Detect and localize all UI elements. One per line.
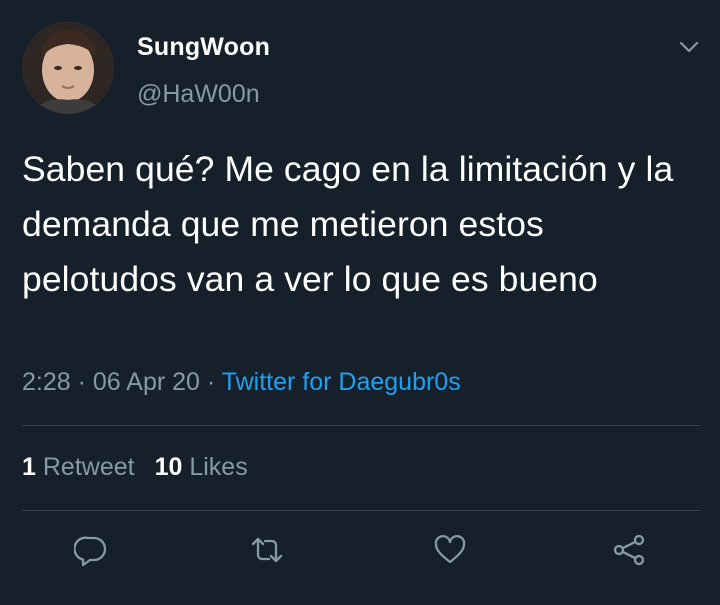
chevron-down-icon[interactable] [678, 36, 700, 58]
retweets-count: 1 [22, 453, 36, 481]
likes-count: 10 [154, 453, 183, 481]
retweets-stat[interactable]: 1 Retweet [22, 453, 135, 481]
likes-label: Likes [189, 453, 248, 481]
user-handle[interactable]: @HaW00n [137, 80, 260, 109]
tweet-date: 06 Apr 20 [92, 368, 200, 396]
divider [22, 425, 700, 426]
display-name[interactable]: SungWoon [137, 33, 270, 62]
tweet-time: 2:28 [22, 368, 71, 396]
meta-separator: · [206, 368, 216, 396]
retweet-icon[interactable] [250, 533, 284, 567]
avatar-image [22, 22, 114, 114]
reply-icon[interactable] [74, 533, 108, 567]
tweet-text: Saben qué? Me cago en la limitación y la… [22, 149, 674, 299]
like-icon[interactable] [433, 533, 467, 567]
divider [22, 510, 700, 511]
share-icon[interactable] [612, 533, 646, 567]
engagement-stats: 1 Retweet 10 Likes [22, 453, 248, 482]
tweet-meta: 2:28 · 06 Apr 20 · Twitter for Daegubr0s [22, 368, 461, 397]
likes-stat[interactable]: 10 Likes [155, 453, 248, 481]
tweet-source-link[interactable]: Twitter for Daegubr0s [222, 368, 461, 396]
tweet-detail: SungWoon @HaW00n Saben qué? Me cago en l… [0, 0, 720, 605]
avatar[interactable] [22, 22, 114, 114]
meta-separator: · [77, 368, 86, 396]
retweets-label: Retweet [42, 453, 135, 481]
